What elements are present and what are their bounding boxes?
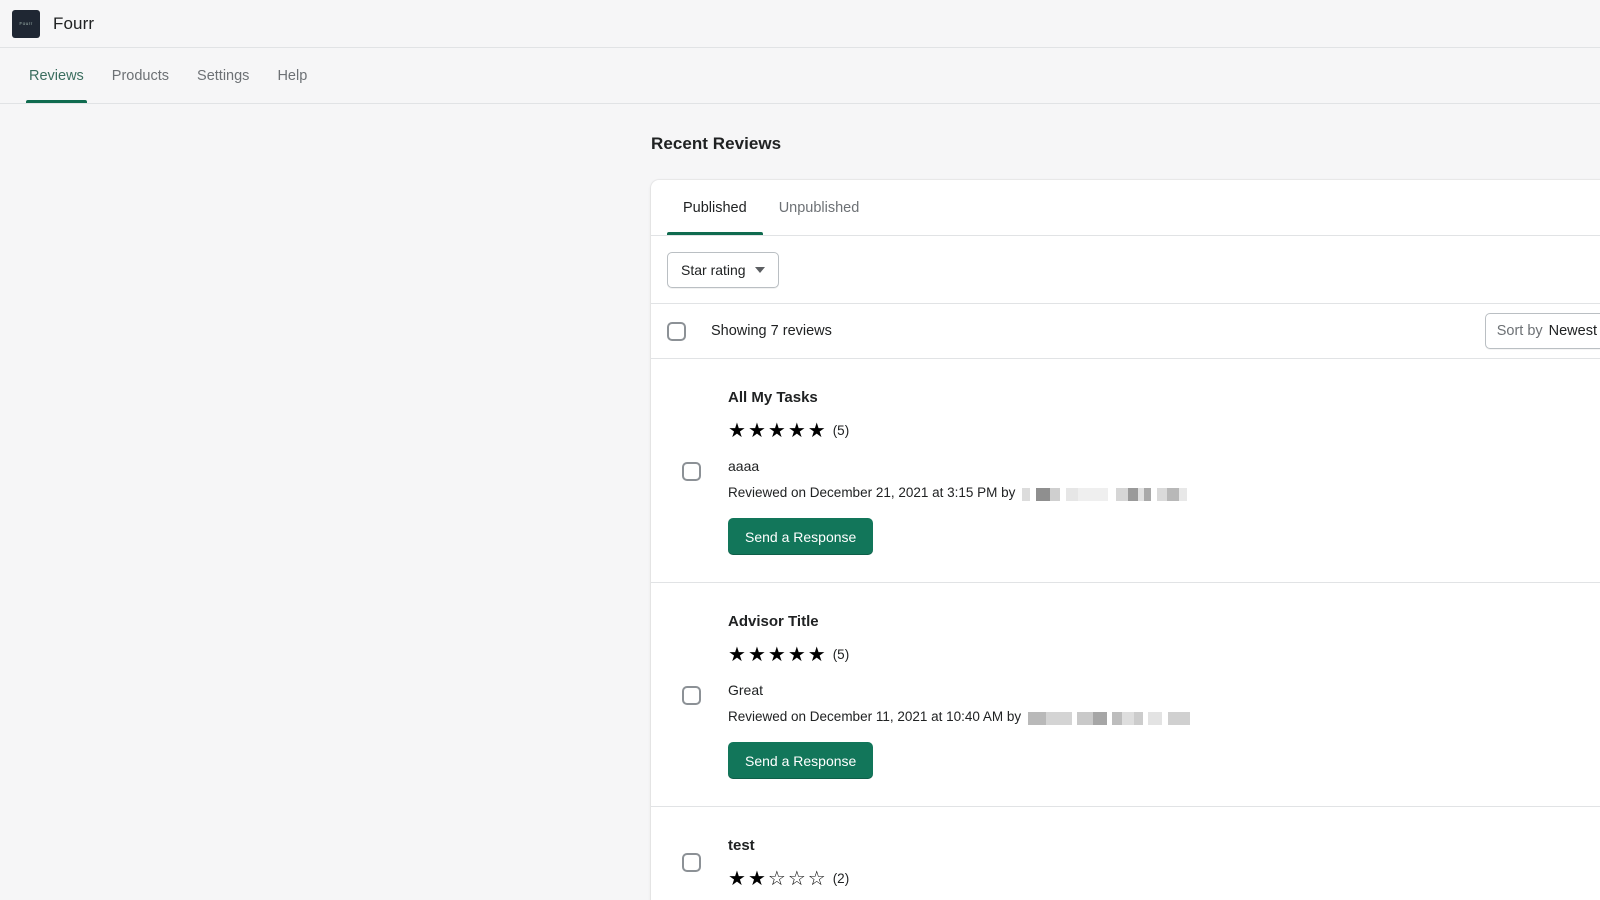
- review-rating: ★ ★ ★ ★ ★ (5): [728, 421, 1600, 441]
- page-title: Recent Reviews: [651, 134, 782, 153]
- reviews-card: Published Unpublished Star rating Showin…: [651, 180, 1600, 900]
- app-logo: Fourr: [12, 9, 40, 38]
- primary-nav: Reviews Products Settings Help: [0, 48, 1600, 104]
- review-select-checkbox[interactable]: [682, 852, 701, 872]
- tab-published-label: Published: [683, 199, 747, 216]
- tab-unpublished-label: Unpublished: [778, 199, 860, 216]
- review-rating-count: (5): [832, 647, 850, 663]
- review-rating-count: (5): [832, 423, 850, 438]
- tab-published[interactable]: Published: [667, 180, 763, 235]
- review-checkbox-wrap: [682, 852, 701, 872]
- app-title: Fourr: [53, 13, 95, 33]
- app-logo-mark: Fourr: [19, 20, 33, 27]
- star-rating-icon: ★ ★ ★ ★ ★: [728, 419, 826, 442]
- star-rating-filter-button[interactable]: Star rating: [667, 252, 779, 288]
- app-bar: Fourr Fourr: [0, 0, 1600, 48]
- review-rating: ★ ★ ★ ★ ★ (5): [728, 645, 1600, 665]
- sort-select[interactable]: Sort by Newest: [1484, 313, 1600, 349]
- nav-tab-help-label: Help: [277, 67, 308, 84]
- send-response-button[interactable]: Send a Response: [728, 518, 874, 556]
- reviews-card-tabs: Published Unpublished: [651, 180, 1600, 236]
- review-checkbox-wrap: [682, 686, 701, 706]
- chevron-down-icon: [754, 267, 765, 273]
- review-rating: ★ ★ ☆ ☆ ☆ (2): [728, 869, 1600, 889]
- review-body: All My Tasks ★ ★ ★ ★ ★ (5) aaaa Reviewed on …: [728, 388, 1600, 556]
- review-title: Advisor Title: [728, 613, 819, 631]
- review-title: All My Tasks: [728, 389, 818, 406]
- star-rating-filter-label: Star rating: [681, 262, 746, 278]
- review-text: aaaa: [728, 457, 760, 474]
- review-title: test: [728, 837, 755, 855]
- review-meta: Reviewed on December 11, 2021 at 10:40 A…: [728, 709, 1600, 726]
- review-body: test ★ ★ ☆ ☆ ☆ (2): [728, 836, 1600, 889]
- send-response-button[interactable]: Send a Response: [728, 742, 874, 780]
- nav-tab-products-label: Products: [111, 67, 170, 84]
- star-rating-icon: ★ ★ ★ ★ ★: [728, 643, 826, 666]
- showing-count-label: Showing 7 reviews: [711, 323, 832, 339]
- filter-row: Star rating: [651, 236, 1600, 303]
- review-body: Advisor Title ★ ★ ★ ★ ★ (5) Great Reviewed o…: [728, 612, 1600, 780]
- page-content: Recent Reviews Published Unpublished Sta…: [0, 104, 1600, 900]
- review-meta: Reviewed on December 21, 2021 at 3:15 PM…: [728, 485, 1600, 502]
- review-text: Great: [728, 681, 764, 698]
- nav-tab-products[interactable]: Products: [98, 48, 183, 103]
- review-author-redacted: [1022, 486, 1188, 502]
- review-row: test ★ ★ ☆ ☆ ☆ (2): [651, 807, 1600, 900]
- nav-tab-help[interactable]: Help: [263, 48, 321, 103]
- nav-tab-settings-label: Settings: [197, 67, 250, 84]
- sort-prefix-label: Sort by: [1496, 323, 1543, 339]
- review-meta-text: Reviewed on December 11, 2021 at 10:40 A…: [728, 709, 1022, 725]
- nav-tab-settings[interactable]: Settings: [183, 48, 263, 103]
- review-checkbox-wrap: [682, 462, 701, 482]
- review-select-checkbox[interactable]: [682, 462, 701, 482]
- review-author-redacted: [1028, 710, 1191, 726]
- nav-tab-reviews[interactable]: Reviews: [15, 48, 98, 103]
- review-row: All My Tasks ★ ★ ★ ★ ★ (5) aaaa Reviewed on …: [651, 359, 1600, 584]
- sort-value-label: Newest: [1548, 323, 1597, 339]
- star-rating-icon: ★ ★ ☆ ☆ ☆: [728, 867, 826, 890]
- review-select-checkbox[interactable]: [682, 686, 701, 706]
- nav-tab-reviews-label: Reviews: [29, 67, 84, 84]
- review-row: Advisor Title ★ ★ ★ ★ ★ (5) Great Reviewed o…: [651, 583, 1600, 808]
- select-all-checkbox[interactable]: [667, 321, 686, 341]
- reviews-toolbar: Showing 7 reviews Sort by Newest: [651, 303, 1600, 359]
- review-rating-count: (2): [832, 871, 850, 887]
- tab-unpublished[interactable]: Unpublished: [763, 180, 876, 235]
- review-meta-text: Reviewed on December 21, 2021 at 3:15 PM…: [728, 485, 1016, 501]
